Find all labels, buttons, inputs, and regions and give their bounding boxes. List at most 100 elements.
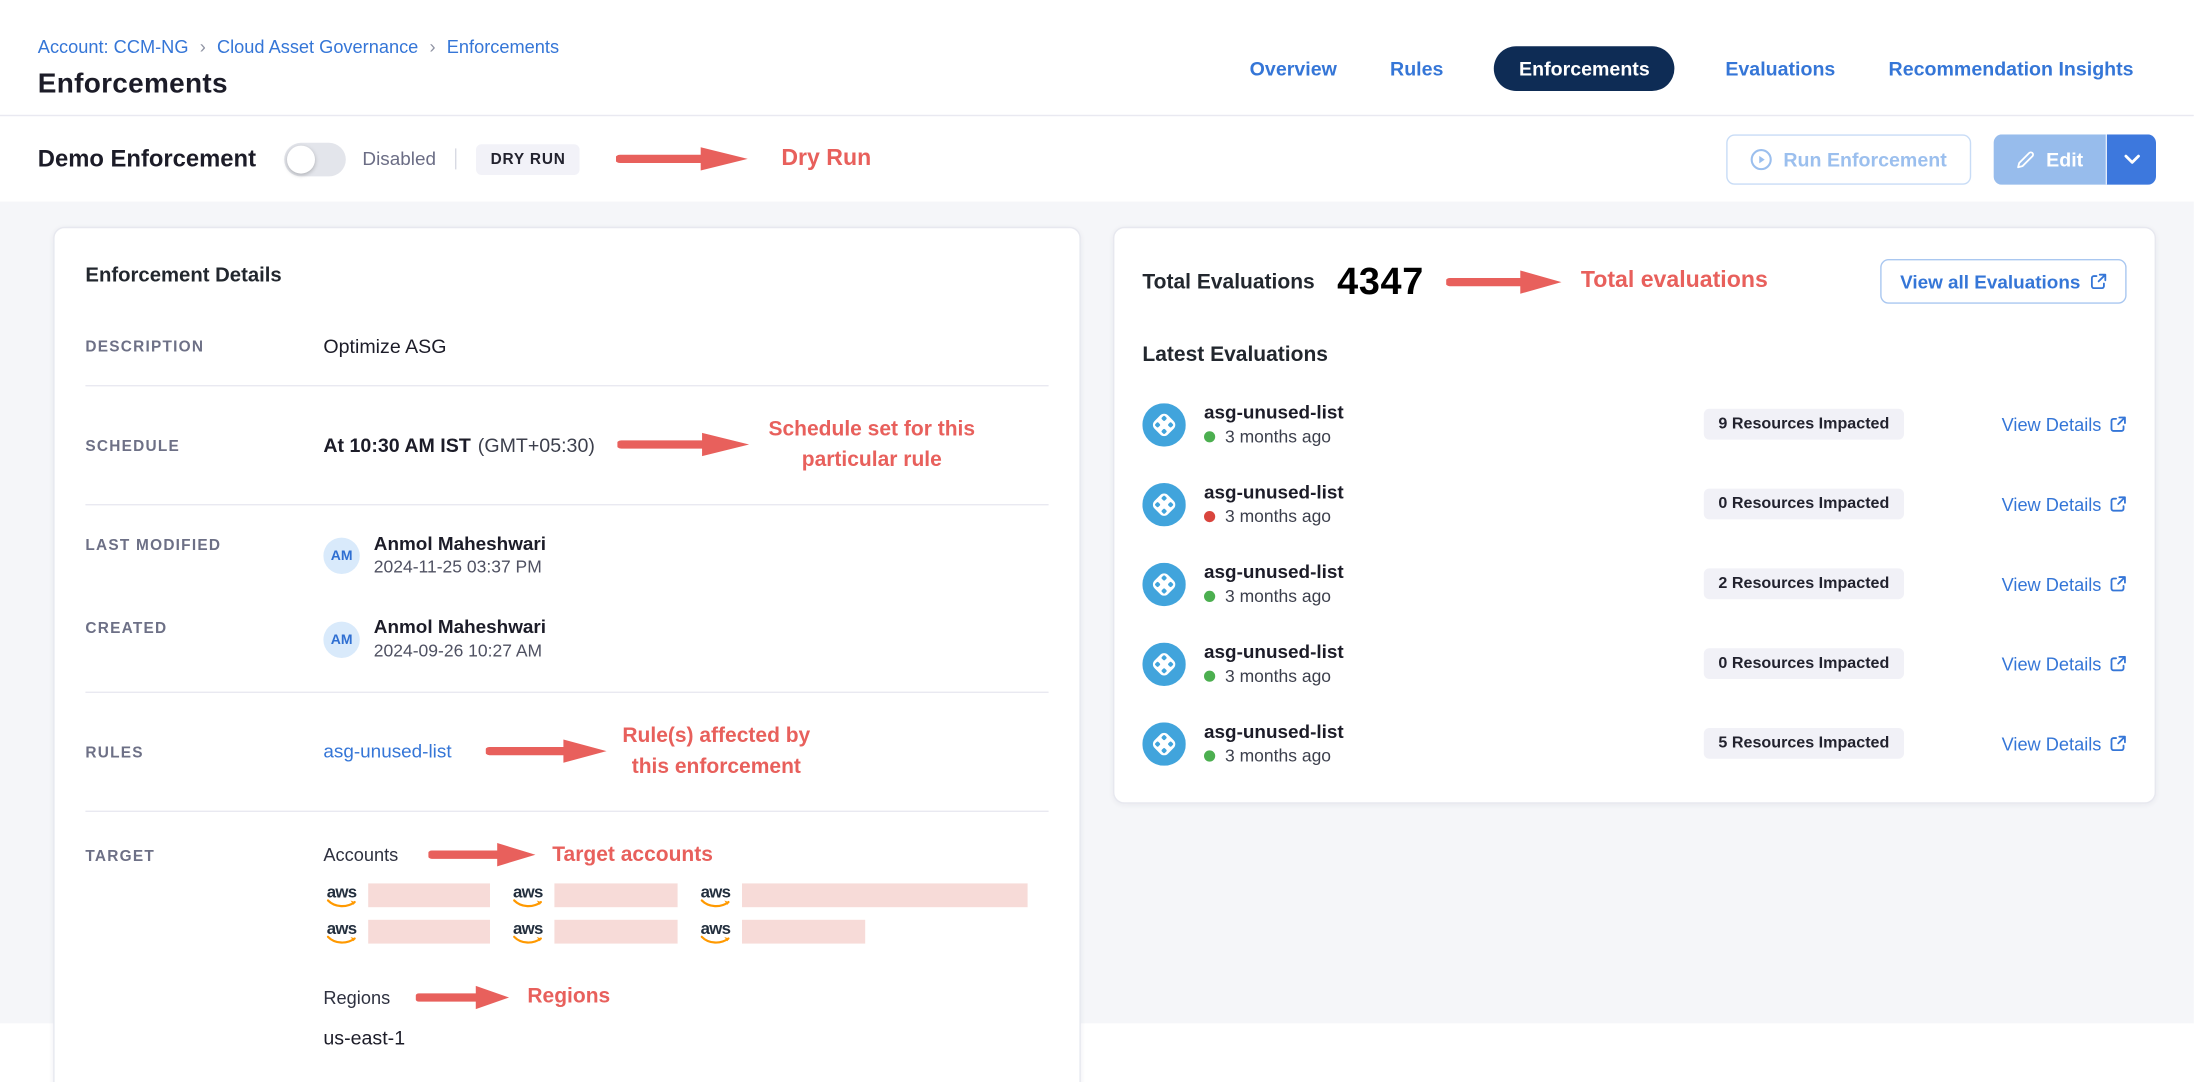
target-label: TARGET	[85, 839, 323, 864]
edit-split-button: Edit	[1993, 134, 2156, 184]
latest-evaluations-label: Latest Evaluations	[1142, 343, 2126, 367]
total-evaluations-annotation: Total evaluations	[1581, 265, 1768, 298]
resources-impacted-badge: 2 Resources Impacted	[1704, 568, 1903, 599]
view-details-label: View Details	[2002, 733, 2102, 754]
redacted-account-name	[742, 920, 865, 944]
tab[interactable]: Recommendation Insights	[1886, 46, 2137, 91]
aws-smile-icon	[511, 899, 545, 909]
pencil-icon	[2015, 149, 2035, 169]
divider	[85, 810, 1048, 811]
governance-rule-icon	[1142, 722, 1185, 765]
breadcrumb-governance-link[interactable]: Cloud Asset Governance	[217, 36, 418, 57]
page-header: Account: CCM-NG › Cloud Asset Governance…	[0, 0, 2194, 202]
created-date: 2024-09-26 10:27 AM	[374, 640, 546, 664]
regions-label: Regions	[323, 986, 390, 1007]
aws-logo: aws	[697, 884, 733, 909]
edit-dropdown-button[interactable]	[2106, 134, 2156, 184]
details-card-title: Enforcement Details	[85, 265, 1048, 287]
aws-account-chip: aws	[697, 920, 865, 945]
region-value: us-east-1	[323, 1026, 1048, 1048]
evaluation-row: asg-unused-list 3 months ago 5 Resources…	[1142, 721, 2126, 766]
evaluation-row: asg-unused-list 3 months ago 9 Resources…	[1142, 402, 2126, 447]
status-dot	[1204, 750, 1215, 761]
evaluation-rule-name: asg-unused-list	[1204, 482, 1344, 503]
run-enforcement-button[interactable]: Run Enforcement	[1726, 134, 1971, 184]
evaluation-rule-name: asg-unused-list	[1204, 641, 1344, 662]
evaluation-time: 3 months ago	[1225, 507, 1331, 527]
target-accounts-list: aws aws	[323, 884, 1040, 946]
status-dot	[1204, 671, 1215, 682]
annotation-arrow	[1446, 268, 1564, 295]
edit-button[interactable]: Edit	[1993, 134, 2106, 184]
tab-bar: Overview Rules Enforcements Evaluations …	[1247, 46, 2137, 91]
breadcrumb-enforcements-link[interactable]: Enforcements	[447, 36, 559, 57]
evaluations-list: asg-unused-list 3 months ago 9 Resources…	[1142, 402, 2126, 766]
enforcement-name: Demo Enforcement	[38, 145, 256, 173]
total-evaluations-label: Total Evaluations	[1142, 270, 1314, 294]
run-enforcement-label: Run Enforcement	[1783, 148, 1946, 170]
view-details-link[interactable]: View Details	[1961, 414, 2126, 435]
breadcrumb: Account: CCM-NG › Cloud Asset Governance…	[38, 36, 559, 57]
rule-link[interactable]: asg-unused-list	[323, 741, 451, 762]
external-link-icon	[2110, 655, 2127, 672]
last-modified-name: Anmol Maheshwari	[374, 533, 546, 557]
created-row: CREATED AM Anmol Maheshwari 2024-09-26 1…	[85, 602, 1048, 677]
aws-logo: aws	[323, 884, 359, 909]
evaluation-info: asg-unused-list 3 months ago	[1142, 402, 1646, 447]
enforcement-details-card: Enforcement Details DESCRIPTION Optimize…	[53, 227, 1081, 1082]
view-details-link[interactable]: View Details	[1961, 573, 2126, 594]
created-person: AM Anmol Maheshwari 2024-09-26 10:27 AM	[323, 616, 546, 663]
redacted-account-name	[554, 920, 677, 944]
external-link-icon	[2110, 416, 2127, 433]
evaluation-row: asg-unused-list 3 months ago 2 Resources…	[1142, 561, 2126, 606]
dry-run-badge: DRY RUN	[477, 144, 580, 175]
tab[interactable]: Rules	[1387, 46, 1446, 91]
redacted-account-name	[368, 920, 490, 944]
evaluations-header: Total Evaluations 4347 Total evaluations…	[1142, 259, 2126, 304]
rules-row: RULES asg-unused-list Rule(s) affected b…	[85, 707, 1048, 796]
view-details-label: View Details	[2002, 414, 2102, 435]
evaluation-info: asg-unused-list 3 months ago	[1142, 482, 1646, 527]
tab[interactable]: Evaluations	[1723, 46, 1839, 91]
chevron-down-icon	[2123, 153, 2140, 164]
aws-smile-icon	[325, 899, 359, 909]
view-all-evaluations-button[interactable]: View all Evaluations	[1880, 259, 2126, 304]
aws-smile-icon	[699, 899, 733, 909]
toggle-knob	[287, 145, 315, 173]
tab[interactable]: Overview	[1247, 46, 1340, 91]
aws-logo: aws	[510, 884, 546, 909]
status-dot	[1204, 511, 1215, 522]
aws-logo-text: aws	[513, 884, 543, 901]
aws-smile-icon	[699, 936, 733, 946]
view-details-link[interactable]: View Details	[1961, 653, 2126, 674]
view-details-label: View Details	[2002, 653, 2102, 674]
toggle-state-label: Disabled	[362, 148, 436, 169]
external-link-icon	[2090, 273, 2107, 290]
status-dot	[1204, 591, 1215, 602]
resources-impacted-badge: 5 Resources Impacted	[1704, 728, 1903, 759]
resources-impacted-badge: 0 Resources Impacted	[1704, 489, 1903, 520]
divider	[85, 385, 1048, 386]
aws-logo-text: aws	[327, 920, 357, 937]
tab[interactable]: Enforcements	[1494, 46, 1675, 91]
evaluation-info: asg-unused-list 3 months ago	[1142, 721, 1646, 766]
external-link-icon	[2110, 496, 2127, 513]
annotation-arrow	[617, 432, 751, 459]
divider	[85, 692, 1048, 693]
view-details-label: View Details	[2002, 494, 2102, 515]
view-details-link[interactable]: View Details	[1961, 733, 2126, 754]
breadcrumb-separator: ›	[200, 36, 206, 57]
schedule-annotation-line2: particular rule	[802, 445, 942, 475]
created-name: Anmol Maheshwari	[374, 616, 546, 640]
aws-logo: aws	[510, 920, 546, 945]
status-dot	[1204, 431, 1215, 442]
enabled-toggle[interactable]	[284, 142, 346, 176]
aws-account-chip: aws	[697, 884, 1027, 909]
rules-label: RULES	[85, 741, 323, 762]
annotation-arrow	[429, 841, 538, 868]
external-link-icon	[2110, 575, 2127, 592]
view-details-link[interactable]: View Details	[1961, 494, 2126, 515]
aws-smile-icon	[325, 936, 359, 946]
target-row: TARGET Accounts Target accounts	[85, 825, 1048, 1062]
breadcrumb-account-link[interactable]: Account: CCM-NG	[38, 36, 189, 57]
